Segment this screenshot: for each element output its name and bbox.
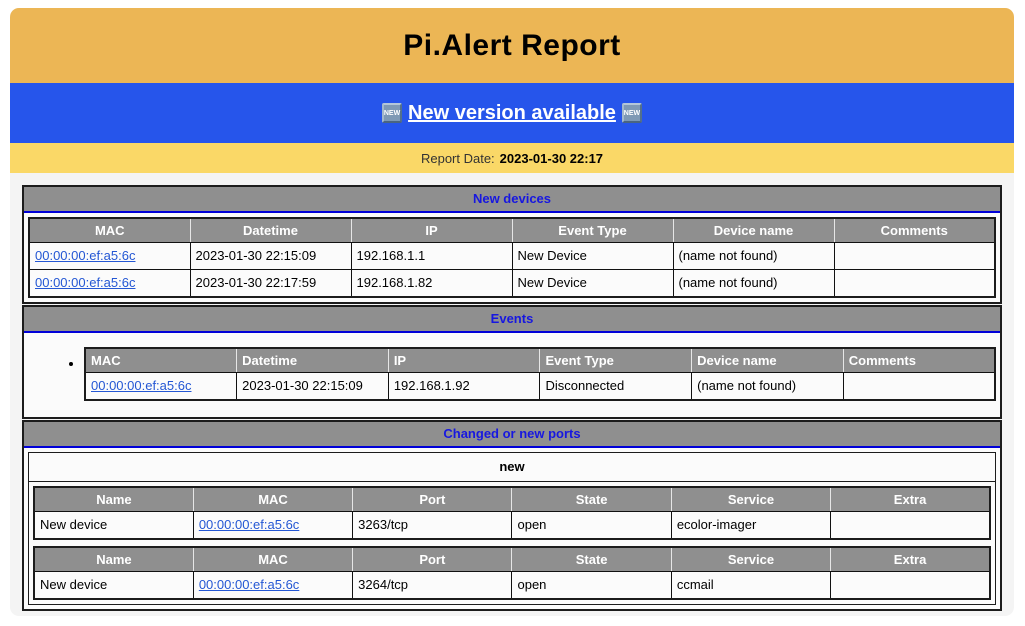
device-name-cell: (name not found) [673, 243, 834, 270]
datetime-cell: 2023-01-30 22:17:59 [190, 270, 351, 298]
report-date-band: Report Date: 2023-01-30 22:17 [10, 143, 1014, 173]
column-header-name: Name [34, 547, 193, 572]
column-header-mac: MAC [85, 348, 237, 373]
report-body: New devices MAC Datetime IP Event Type D… [10, 173, 1014, 611]
column-header-service: Service [671, 547, 830, 572]
new-devices-table: MAC Datetime IP Event Type Device name C… [28, 217, 996, 298]
list-item: MAC Datetime IP Event Type Device name C… [84, 347, 996, 401]
ip-cell: 192.168.1.92 [388, 373, 540, 401]
column-header-port: Port [353, 547, 512, 572]
ports-group-new: new Name MAC Port State Service Extra [28, 452, 996, 605]
extra-cell [831, 572, 990, 600]
table-row: New device 00:00:00:ef:a5:6c 3264/tcp op… [34, 572, 990, 600]
ports-table-2: Name MAC Port State Service Extra New de… [33, 546, 991, 600]
section-new-devices: New devices MAC Datetime IP Event Type D… [22, 185, 1002, 304]
datetime-cell: 2023-01-30 22:15:09 [237, 373, 389, 401]
column-header-extra: Extra [831, 487, 990, 512]
mac-cell: 00:00:00:ef:a5:6c [193, 512, 352, 540]
mac-cell: 00:00:00:ef:a5:6c [29, 270, 190, 298]
column-header-device-name: Device name [692, 348, 844, 373]
section-changed-ports: Changed or new ports new Name MAC Port S… [22, 420, 1002, 611]
new-badge-icon: NEW [622, 103, 642, 123]
ports-table-1: Name MAC Port State Service Extra New de… [33, 486, 991, 540]
mac-link[interactable]: 00:00:00:ef:a5:6c [91, 378, 191, 393]
report-date-label: Report Date: [421, 151, 495, 166]
mac-link[interactable]: 00:00:00:ef:a5:6c [199, 577, 299, 592]
mac-link[interactable]: 00:00:00:ef:a5:6c [35, 275, 135, 290]
table-header-row: MAC Datetime IP Event Type Device name C… [29, 218, 995, 243]
events-table: MAC Datetime IP Event Type Device name C… [84, 347, 996, 401]
masthead: Pi.Alert Report [10, 8, 1014, 83]
column-header-ip: IP [388, 348, 540, 373]
mac-cell: 00:00:00:ef:a5:6c [29, 243, 190, 270]
report-date-value: 2023-01-30 22:17 [500, 151, 603, 166]
table-row: 00:00:00:ef:a5:6c 2023-01-30 22:15:09 19… [29, 243, 995, 270]
device-name-cell: (name not found) [673, 270, 834, 298]
ip-cell: 192.168.1.1 [351, 243, 512, 270]
column-header-state: State [512, 547, 671, 572]
event-type-cell: Disconnected [540, 373, 692, 401]
event-type-cell: New Device [512, 270, 673, 298]
column-header-port: Port [353, 487, 512, 512]
mac-cell: 00:00:00:ef:a5:6c [85, 373, 237, 401]
comments-cell [843, 373, 995, 401]
event-type-cell: New Device [512, 243, 673, 270]
comments-cell [834, 270, 995, 298]
mac-link[interactable]: 00:00:00:ef:a5:6c [35, 248, 135, 263]
version-banner: NEW New version available NEW [10, 83, 1014, 143]
column-header-datetime: Datetime [190, 218, 351, 243]
name-cell: New device [34, 512, 193, 540]
name-cell: New device [34, 572, 193, 600]
new-badge-icon: NEW [382, 103, 402, 123]
table-row: 00:00:00:ef:a5:6c 2023-01-30 22:17:59 19… [29, 270, 995, 298]
state-cell: open [512, 512, 671, 540]
port-cell: 3264/tcp [353, 572, 512, 600]
column-header-mac: MAC [193, 547, 352, 572]
column-header-mac: MAC [193, 487, 352, 512]
ports-group-label: new [29, 453, 995, 482]
port-cell: 3263/tcp [353, 512, 512, 540]
table-row: New device 00:00:00:ef:a5:6c 3263/tcp op… [34, 512, 990, 540]
column-header-event-type: Event Type [512, 218, 673, 243]
ip-cell: 192.168.1.82 [351, 270, 512, 298]
column-header-device-name: Device name [673, 218, 834, 243]
table-header-row: Name MAC Port State Service Extra [34, 547, 990, 572]
section-events: Events MAC Datetime IP Event Type Device… [22, 305, 1002, 419]
new-version-link[interactable]: New version available [408, 102, 616, 125]
column-header-datetime: Datetime [237, 348, 389, 373]
state-cell: open [512, 572, 671, 600]
column-header-name: Name [34, 487, 193, 512]
column-header-event-type: Event Type [540, 348, 692, 373]
column-header-mac: MAC [29, 218, 190, 243]
column-header-ip: IP [351, 218, 512, 243]
datetime-cell: 2023-01-30 22:15:09 [190, 243, 351, 270]
table-header-row: MAC Datetime IP Event Type Device name C… [85, 348, 995, 373]
column-header-comments: Comments [834, 218, 995, 243]
service-cell: ecolor-imager [671, 512, 830, 540]
table-header-row: Name MAC Port State Service Extra [34, 487, 990, 512]
mac-cell: 00:00:00:ef:a5:6c [193, 572, 352, 600]
page-title: Pi.Alert Report [403, 29, 621, 63]
section-title-new-devices: New devices [24, 187, 1000, 213]
comments-cell [834, 243, 995, 270]
report-card: Pi.Alert Report NEW New version availabl… [10, 8, 1014, 616]
service-cell: ccmail [671, 572, 830, 600]
column-header-state: State [512, 487, 671, 512]
section-title-events: Events [24, 307, 1000, 333]
device-name-cell: (name not found) [692, 373, 844, 401]
events-list: MAC Datetime IP Event Type Device name C… [70, 347, 996, 401]
section-title-changed-ports: Changed or new ports [24, 422, 1000, 448]
column-header-comments: Comments [843, 348, 995, 373]
table-row: 00:00:00:ef:a5:6c 2023-01-30 22:15:09 19… [85, 373, 995, 401]
column-header-service: Service [671, 487, 830, 512]
extra-cell [831, 512, 990, 540]
column-header-extra: Extra [831, 547, 990, 572]
mac-link[interactable]: 00:00:00:ef:a5:6c [199, 517, 299, 532]
